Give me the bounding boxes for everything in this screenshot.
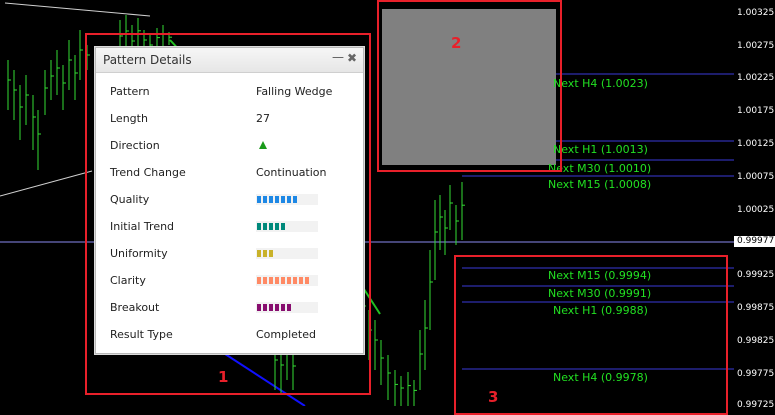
rating-segment [275, 277, 279, 284]
price-scale: 1.00325 1.00275 1.00225 1.00175 1.00125 … [734, 0, 775, 410]
row-label: Breakout [110, 301, 160, 314]
rating-segment [281, 196, 285, 203]
price-label: 0.99925 [737, 270, 775, 280]
row-label: Length [110, 112, 148, 125]
rating-segment [269, 196, 273, 203]
row-initial-trend: Initial Trend [110, 219, 350, 235]
rating-segment [263, 277, 267, 284]
rating-segment [257, 250, 261, 257]
rating-segment [257, 223, 261, 230]
rating-segment [275, 196, 279, 203]
rating-segment [263, 304, 267, 311]
box-number-3: 3 [488, 388, 499, 406]
price-label: 1.00075 [737, 172, 775, 182]
pattern-details-panel[interactable]: Pattern Details — ✖ Pattern Falling Wedg… [95, 47, 364, 354]
row-quality: Quality [110, 192, 350, 208]
rating-segment [269, 250, 273, 257]
price-label: 1.00225 [737, 73, 775, 83]
row-value: Falling Wedge [256, 85, 333, 98]
row-result-type: Result Type Completed [110, 327, 350, 343]
box-number-1: 1 [218, 368, 229, 386]
row-label: Clarity [110, 274, 146, 287]
panel-header[interactable]: Pattern Details — ✖ [96, 48, 363, 73]
price-label: 1.00125 [737, 139, 775, 149]
row-label: Result Type [110, 328, 173, 341]
rating-segment [257, 196, 261, 203]
minimize-icon[interactable]: — [332, 50, 344, 64]
wedge-lower-line [0, 170, 93, 197]
price-label: 1.00175 [737, 106, 775, 116]
level-label: Next H1 (1.0013) [553, 143, 648, 156]
price-label: 1.00025 [737, 205, 775, 215]
row-breakout: Breakout [110, 300, 350, 316]
wedge-upper-line [4, 2, 151, 17]
uniformity-rating-bar [256, 248, 318, 259]
up-arrow-icon [259, 141, 267, 149]
rating-segment [287, 304, 291, 311]
row-label: Pattern [110, 85, 150, 98]
rating-segment [287, 196, 291, 203]
rating-segment [305, 277, 309, 284]
row-uniformity: Uniformity [110, 246, 350, 262]
rating-segment [257, 277, 261, 284]
row-value: Continuation [256, 166, 327, 179]
rating-segment [293, 277, 297, 284]
rating-segment [287, 277, 291, 284]
row-label: Uniformity [110, 247, 168, 260]
row-value: 27 [256, 112, 270, 125]
rating-segment [263, 223, 267, 230]
row-length: Length 27 [110, 111, 350, 127]
highlight-box-2 [377, 0, 562, 172]
breakout-rating-bar [256, 302, 318, 313]
rating-segment [293, 196, 297, 203]
rating-segment [299, 277, 303, 284]
level-label: Next H4 (1.0023) [553, 77, 648, 90]
price-label: 0.99875 [737, 303, 775, 313]
initial-trend-rating-bar [256, 221, 318, 232]
panel-title: Pattern Details [103, 53, 192, 67]
rating-segment [257, 304, 261, 311]
row-clarity: Clarity [110, 273, 350, 289]
rating-segment [281, 223, 285, 230]
clarity-rating-bar [256, 275, 318, 286]
price-label: 0.99775 [737, 369, 775, 379]
row-direction: Direction [110, 138, 350, 154]
row-pattern: Pattern Falling Wedge [110, 84, 350, 100]
row-label: Initial Trend [110, 220, 175, 233]
price-label: 1.00275 [737, 41, 775, 51]
box-number-2: 2 [451, 34, 462, 52]
rating-segment [269, 304, 273, 311]
rating-segment [269, 223, 273, 230]
row-value: Completed [256, 328, 316, 341]
rating-segment [275, 223, 279, 230]
price-label: 0.99825 [737, 336, 775, 346]
price-label: 1.00325 [737, 8, 775, 18]
price-label: 0.99725 [737, 400, 775, 410]
rating-segment [269, 277, 273, 284]
rating-segment [281, 304, 285, 311]
row-label: Direction [110, 139, 160, 152]
rating-segment [275, 304, 279, 311]
quality-rating-bar [256, 194, 318, 205]
current-price-tag: 0.99977 [734, 236, 775, 247]
row-trend-change: Trend Change Continuation [110, 165, 350, 181]
row-label: Trend Change [110, 166, 186, 179]
level-label: Next M15 (1.0008) [548, 178, 652, 191]
rating-segment [281, 277, 285, 284]
row-label: Quality [110, 193, 150, 206]
rating-segment [263, 196, 267, 203]
rating-segment [263, 250, 267, 257]
level-label: Next M30 (1.0010) [548, 162, 652, 175]
close-icon[interactable]: ✖ [347, 51, 357, 65]
